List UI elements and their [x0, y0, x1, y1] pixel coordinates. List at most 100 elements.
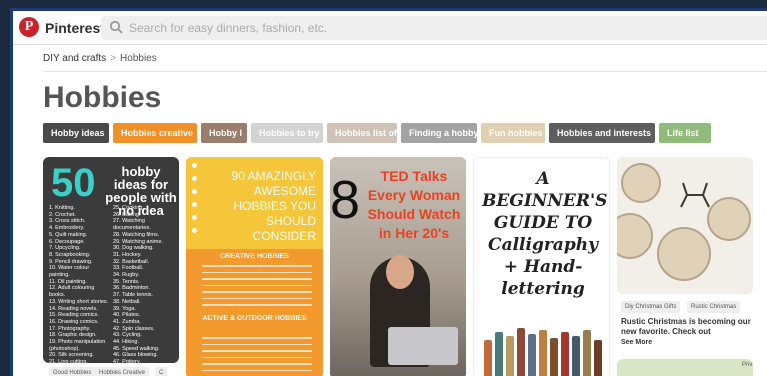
- hobby-list-item: 10. Water colour painting.: [49, 265, 90, 279]
- ornament-abby: [657, 227, 711, 281]
- hobby-list-item: 31. Hockey.: [113, 251, 142, 258]
- hobby-list-item: 13. Writing short stories.: [49, 298, 109, 305]
- hobby-list-item: 7. Upcycling.: [49, 245, 81, 252]
- browser-frame: P Pinterest DIY and crafts>Hobbies Hobbi…: [10, 8, 767, 376]
- hobby-list-item: 28. Watching films.: [113, 231, 160, 238]
- hobby-list-item: 47. Pottery.: [113, 359, 141, 363]
- chip-hobbies-creative[interactable]: Hobbies creative: [113, 123, 197, 143]
- pin-number: 8: [330, 170, 361, 230]
- ornament-bryson: [617, 213, 653, 259]
- breadcrumb-parent-link[interactable]: DIY and crafts: [43, 53, 106, 64]
- hobby-list-item: 11. Oil painting.: [49, 278, 87, 285]
- pin-next[interactable]: [617, 359, 753, 376]
- breadcrumb-current: Hobbies: [120, 53, 157, 64]
- hobby-list-item: 33. Football.: [113, 265, 144, 272]
- hobby-list-item: 44. Hiking.: [113, 339, 139, 346]
- hobby-list-item: 42. Spin classes.: [113, 325, 155, 332]
- chip-finding-a-hobby[interactable]: Finding a hobby: [401, 123, 479, 143]
- hobby-list-item: 34. Rugby.: [113, 272, 140, 279]
- ornament-merry-christmas: [621, 163, 661, 203]
- hobby-list-item: 35. Tennis.: [113, 278, 140, 285]
- pin-header-band: 90 AMAZINGLY AWESOME HOBBIES YOU SHOULD …: [186, 157, 323, 249]
- hobby-list-item: 45. Speed walking.: [113, 345, 160, 352]
- hobby-list-item: 40. Pilates.: [113, 312, 141, 319]
- hobby-list-item: 17. Photography.: [49, 325, 91, 332]
- reindeer-icon: [680, 182, 710, 208]
- hobby-list-item: 12. Adult colouring books.: [49, 285, 95, 299]
- hobby-list-item: 39. Yoga.: [113, 305, 136, 312]
- creative-list: [202, 265, 312, 311]
- tag-rustic-christmas[interactable]: Rustic Christmas: [687, 301, 741, 313]
- active-list: [202, 337, 312, 376]
- brand-name[interactable]: Pinterest: [45, 20, 105, 36]
- hobby-list-item: 8. Scrapbooking.: [49, 251, 91, 258]
- hobby-list-item: 26. Baking.: [113, 211, 141, 218]
- tag-good-hobbies[interactable]: Good Hobbies: [49, 367, 96, 376]
- search-icon: [109, 20, 123, 34]
- hobby-list: 1. Knitting. 2. Crochet. 3. Cross stitch. 4…: [49, 205, 173, 363]
- hobby-list-item: 16. Drawing comics.: [49, 318, 99, 325]
- hobby-list-item: 38. Netball.: [113, 298, 141, 305]
- hobby-list-item: 5. Quilt making.: [49, 231, 88, 238]
- hobby-list-item: 43. Cycling.: [113, 332, 142, 339]
- pin-rustic-christmas[interactable]: [617, 157, 753, 294]
- chip-life-list[interactable]: Life list: [659, 123, 711, 143]
- pin-amazing-hobbies[interactable]: 90 AMAZINGLY AWESOME HOBBIES YOU SHOULD …: [186, 157, 323, 376]
- hobby-list-item: 41. Zumba.: [113, 318, 141, 325]
- hobby-list-item: 36. Badminton.: [113, 285, 150, 292]
- hobby-list-item: 1. Knitting.: [49, 205, 75, 211]
- chip-fun-hobbies[interactable]: Fun hobbies: [481, 123, 545, 143]
- section-heading-active: ACTIVE & OUTDOOR HOBBIES: [202, 315, 307, 322]
- hobby-list-item: 25. Cooking.: [113, 205, 144, 211]
- chip-hobby-i[interactable]: Hobby I: [201, 123, 247, 143]
- chip-hobbies-and-interests[interactable]: Hobbies and interests: [549, 123, 655, 143]
- divider: [43, 71, 767, 72]
- pin-title: TED Talks Every Woman Should Watch in He…: [367, 168, 461, 241]
- chip-hobby-ideas[interactable]: Hobby ideas: [43, 123, 109, 143]
- woman-head: [386, 255, 414, 289]
- hobby-list-item: 4. Embroidery.: [49, 225, 85, 232]
- pin-description: Rustic Christmas is becoming our new fav…: [621, 317, 751, 336]
- ornaments-photo: [617, 157, 753, 294]
- section-heading-creative: CREATIVE HOBBIES: [220, 253, 289, 260]
- top-bar: P Pinterest: [13, 11, 767, 45]
- tag-hobbies-creative[interactable]: Hobbies Creative: [95, 367, 150, 376]
- hobby-list-item: 19. Photo manipulation (photoshop).: [49, 339, 106, 352]
- breadcrumb: DIY and crafts > Hobbies: [43, 53, 157, 64]
- chip-hobbies-to-try[interactable]: Hobbies to try: [251, 123, 323, 143]
- tag-c[interactable]: C: [155, 367, 168, 376]
- pin-title: 90 AMAZINGLY AWESOME HOBBIES YOU SHOULD …: [231, 169, 316, 243]
- pin-calligraphy-guide[interactable]: A BEGINNER'S GUIDE TO Calligraphy + Hand…: [473, 157, 610, 376]
- hobby-list-item: 2. Crochet.: [49, 211, 76, 218]
- pens-illustration: [484, 326, 602, 376]
- pinterest-logo-icon[interactable]: P: [19, 17, 39, 37]
- hobby-list-item: 15. Reading comics.: [49, 312, 99, 319]
- hobby-list-item: 46. Glass blowing.: [113, 352, 158, 359]
- hobby-list-item: 14. Reading novels.: [49, 305, 98, 312]
- hobby-list-item: 37. Table tennis.: [113, 292, 153, 299]
- hobby-list-item: 32. Basketball.: [113, 258, 150, 265]
- hobby-list-item: 27. Watching documentaries.: [113, 218, 151, 232]
- pin-ted-talks[interactable]: 8 TED Talks Every Woman Should Watch in …: [330, 157, 466, 376]
- laptop-icon: [388, 327, 458, 365]
- page-title: Hobbies: [43, 81, 162, 114]
- privacy-link[interactable]: Priv: [742, 362, 752, 368]
- dots-decoration: [192, 163, 202, 243]
- hobby-list-item: 3. Cross stitch.: [49, 218, 86, 225]
- search-bar[interactable]: [101, 16, 767, 40]
- pin-hobby-ideas[interactable]: 50 hobby ideas for people with no idea 1…: [43, 157, 179, 363]
- tag-diy-christmas-gifts[interactable]: Diy Christmas Gifts: [621, 301, 681, 313]
- hobby-list-item: 30. Dog walking.: [113, 245, 154, 252]
- pin-number: 50: [51, 161, 96, 205]
- chip-hobbies-list-of[interactable]: Hobbies list of: [327, 123, 397, 143]
- pin-title: A BEGINNER'S GUIDE TO Calligraphy + Hand…: [482, 169, 608, 299]
- hobby-list-item: 9. Pencil drawing.: [49, 258, 93, 265]
- search-input[interactable]: [129, 16, 729, 40]
- hobby-list-item: 20. Silk screening.: [49, 352, 94, 359]
- hobby-list-item: 29. Watching anime.: [113, 238, 163, 245]
- hobby-list-item: 21. Lino cutting.: [49, 359, 88, 363]
- hobby-list-item: 6. Decoupage.: [49, 238, 85, 245]
- breadcrumb-separator: >: [110, 53, 117, 64]
- see-more-link[interactable]: See More: [621, 339, 652, 346]
- hobby-list-item: 18. Graphic design.: [49, 332, 97, 339]
